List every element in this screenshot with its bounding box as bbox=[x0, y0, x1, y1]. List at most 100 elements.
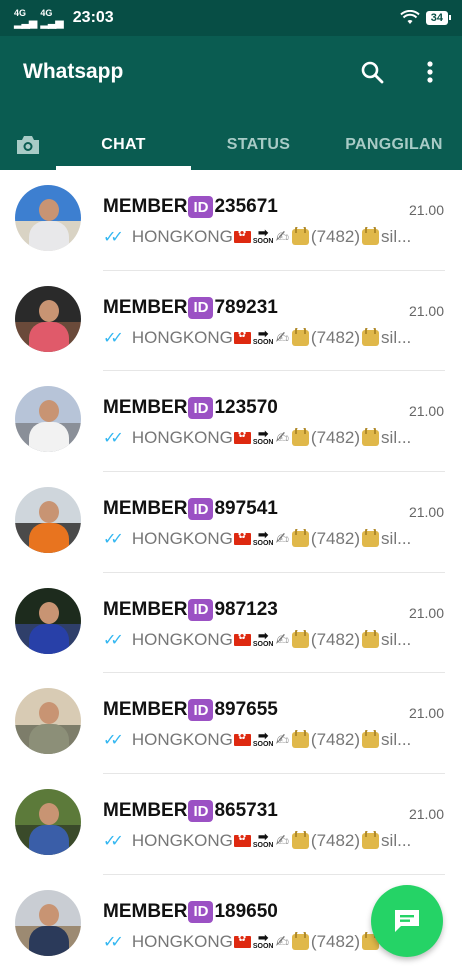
hong-kong-flag-icon bbox=[233, 731, 251, 747]
lock-icon bbox=[291, 730, 309, 749]
more-vert-icon bbox=[427, 61, 433, 83]
chat-row[interactable]: MEMBERID897541 21.00 ✓✓ HONGKONG ➡SOON ✍… bbox=[0, 472, 462, 573]
search-icon bbox=[361, 61, 384, 84]
writing-hand-icon: ✍ bbox=[275, 833, 289, 851]
chat-name: MEMBER ID 235671 bbox=[103, 196, 278, 218]
avatar[interactable] bbox=[15, 789, 81, 856]
chat-row[interactable]: MEMBERID987123 21.00 ✓✓ HONGKONG ➡SOON ✍… bbox=[0, 573, 462, 674]
chat-preview: ✓✓ HONGKONG ➡SOON ✍ (7482) sil... bbox=[103, 529, 443, 549]
status-bar: 4G ▂▃▅ 4G ▂▃▅ 23:03 34 bbox=[0, 0, 462, 36]
avatar[interactable] bbox=[15, 185, 81, 251]
lock-icon bbox=[362, 327, 380, 346]
chat-time: 21.00 bbox=[408, 705, 444, 722]
hong-kong-flag-icon bbox=[233, 832, 251, 848]
lock-icon bbox=[362, 831, 380, 850]
chat-list: MEMBERID235671 21.00 ✓✓ HONGKONG ➡SOON ✍… bbox=[0, 170, 462, 975]
chat-time: 21.00 bbox=[408, 806, 444, 823]
chat-name: MEMBER ID 987123 bbox=[103, 598, 278, 621]
id-badge-icon: ID bbox=[188, 699, 214, 722]
search-button[interactable] bbox=[358, 58, 386, 86]
chat-preview: ✓✓ HONGKONG ➡SOON ✍ (7482) sil... bbox=[103, 730, 443, 750]
double-check-icon: ✓✓ bbox=[103, 631, 124, 649]
lock-icon bbox=[291, 629, 309, 648]
chat-time: 21.00 bbox=[408, 504, 444, 521]
writing-hand-icon: ✍ bbox=[275, 329, 289, 347]
soon-arrow-icon: ➡ SOON bbox=[252, 831, 274, 850]
tab-status[interactable]: STATUS bbox=[191, 120, 326, 170]
double-check-icon: ✓✓ bbox=[103, 933, 124, 951]
chat-name: MEMBER ID 189650 bbox=[103, 900, 278, 923]
writing-hand-icon: ✍ bbox=[275, 430, 289, 448]
chat-name: MEMBER ID 897655 bbox=[103, 699, 278, 722]
soon-arrow-icon: ➡ SOON bbox=[252, 730, 274, 749]
double-check-icon: ✓✓ bbox=[103, 732, 124, 750]
chat-preview: ✓✓ HONGKONG ➡SOON ✍ (7482) sil... bbox=[103, 227, 443, 247]
double-check-icon: ✓✓ bbox=[103, 430, 124, 448]
chat-preview: ✓✓ HONGKONG ➡SOON ✍ (7482) sil... bbox=[103, 629, 443, 650]
signal-sim2-icon: 4G ▂▃▅ bbox=[40, 8, 63, 29]
id-badge-icon: ID bbox=[188, 800, 214, 823]
writing-hand-icon: ✍ bbox=[275, 229, 289, 246]
chat-row[interactable]: MEMBERID897655 21.00 ✓✓ HONGKONG ➡SOON ✍… bbox=[0, 673, 462, 775]
writing-hand-icon: ✍ bbox=[275, 531, 289, 549]
tab-camera[interactable] bbox=[0, 120, 56, 170]
chat-time: 21.00 bbox=[408, 403, 444, 420]
lock-icon bbox=[362, 529, 380, 548]
signal-group: 4G ▂▃▅ 4G ▂▃▅ 23:03 bbox=[14, 8, 114, 29]
more-options-button[interactable] bbox=[416, 58, 444, 86]
battery-level: 34 bbox=[425, 11, 452, 25]
chat-preview: ✓✓ HONGKONG ➡SOON ✍ (7482) sil... bbox=[103, 428, 443, 448]
tab-bar: CHAT STATUS PANGGILAN bbox=[0, 120, 462, 170]
chat-time: 21.00 bbox=[408, 302, 444, 319]
avatar[interactable] bbox=[15, 487, 81, 554]
id-badge-icon: ID bbox=[188, 900, 214, 923]
chat-row[interactable]: MEMBERID123570 21.00 ✓✓ HONGKONG ➡SOON ✍… bbox=[0, 371, 462, 473]
soon-arrow-icon: ➡ SOON bbox=[252, 327, 274, 346]
id-badge-icon: ID bbox=[188, 598, 214, 621]
lock-icon bbox=[291, 831, 309, 850]
hong-kong-flag-icon bbox=[233, 429, 251, 445]
lock-icon bbox=[291, 227, 309, 245]
id-badge-icon: ID bbox=[188, 196, 214, 218]
avatar[interactable] bbox=[15, 285, 81, 352]
hong-kong-flag-icon bbox=[233, 933, 251, 948]
hong-kong-flag-icon bbox=[233, 329, 251, 344]
lock-icon bbox=[291, 931, 309, 950]
clock: 23:03 bbox=[72, 9, 114, 26]
soon-arrow-icon: ➡ SOON bbox=[252, 428, 274, 447]
chat-row[interactable]: MEMBERID235671 21.00 ✓✓ HONGKONG ➡SOON ✍… bbox=[0, 170, 462, 271]
lock-icon bbox=[362, 730, 380, 749]
lock-icon bbox=[362, 227, 380, 245]
chat-row[interactable]: MEMBERID789231 21.00 ✓✓ HONGKONG ➡SOON ✍… bbox=[0, 271, 462, 372]
soon-arrow-icon: ➡ SOON bbox=[252, 529, 274, 548]
avatar[interactable] bbox=[15, 386, 81, 453]
lock-icon bbox=[362, 629, 380, 648]
writing-hand-icon: ✍ bbox=[275, 933, 289, 951]
soon-arrow-icon: ➡ SOON bbox=[252, 931, 274, 950]
tab-chat[interactable]: CHAT bbox=[56, 120, 191, 170]
lock-icon bbox=[291, 529, 309, 548]
new-chat-button[interactable] bbox=[371, 885, 443, 957]
chat-row[interactable]: MEMBERID865731 21.00 ✓✓ HONGKONG ➡SOON ✍… bbox=[0, 774, 462, 875]
avatar[interactable] bbox=[15, 889, 81, 956]
avatar[interactable] bbox=[15, 688, 81, 755]
id-badge-icon: ID bbox=[188, 296, 214, 319]
double-check-icon: ✓✓ bbox=[103, 833, 124, 851]
chat-preview: ✓✓ HONGKONG ➡SOON ✍ (7482) sil... bbox=[103, 831, 443, 851]
lock-icon bbox=[362, 428, 380, 447]
tab-calls[interactable]: PANGGILAN bbox=[326, 120, 462, 170]
soon-arrow-icon: ➡ SOON bbox=[252, 629, 274, 648]
writing-hand-icon: ✍ bbox=[275, 732, 289, 750]
chat-time: 21.00 bbox=[408, 202, 444, 218]
lock-icon bbox=[291, 327, 309, 346]
double-check-icon: ✓✓ bbox=[103, 229, 124, 246]
lock-icon bbox=[291, 428, 309, 447]
double-check-icon: ✓✓ bbox=[103, 329, 124, 347]
double-check-icon: ✓✓ bbox=[103, 531, 124, 549]
hong-kong-flag-icon bbox=[233, 631, 251, 646]
soon-arrow-icon: ➡ SOON bbox=[252, 227, 274, 245]
avatar[interactable] bbox=[15, 587, 81, 654]
writing-hand-icon: ✍ bbox=[275, 631, 289, 649]
chat-name: MEMBER ID 123570 bbox=[103, 397, 278, 420]
app-title: Whatsapp bbox=[23, 60, 124, 83]
